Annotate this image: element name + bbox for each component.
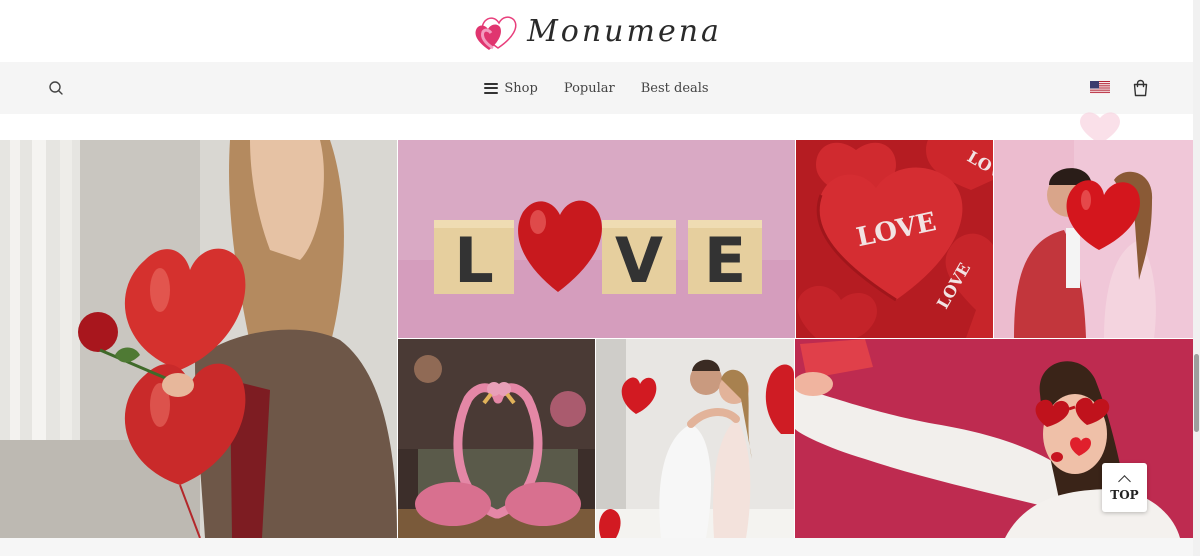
- nav-item-label: Best deals: [640, 80, 709, 96]
- page: Monumena Shop Popular Best deals L V E L…: [0, 0, 1200, 556]
- chevron-up-icon: [1118, 475, 1131, 488]
- back-to-top-button[interactable]: TOP: [1102, 463, 1147, 512]
- woman-balloons-photo: [0, 140, 397, 538]
- nav-item-label: Shop: [504, 80, 538, 96]
- gallery-tile-plush-hearts[interactable]: LOVE LOVE LOVE: [796, 140, 993, 338]
- double-heart-logo-icon: [471, 10, 519, 52]
- nav-item-best-deals[interactable]: Best deals: [641, 81, 709, 96]
- gallery-tile-woman-balloons[interactable]: [0, 140, 397, 538]
- block-letter-v: V: [615, 224, 663, 297]
- back-to-top-label: TOP: [1110, 488, 1139, 502]
- nav-item-label: Popular: [563, 80, 615, 96]
- us-flag-icon[interactable]: [1090, 80, 1110, 94]
- block-letter-e: E: [704, 224, 746, 297]
- couple-balloon-photo: [994, 140, 1193, 338]
- love-blocks-photo: L V E: [398, 140, 795, 338]
- photo-gallery: L V E LOVE LOVE LOVE: [0, 140, 1193, 538]
- brand-name: Monumena: [527, 13, 722, 49]
- page-footer-strip: [0, 538, 1193, 556]
- couple-hugging-photo: [596, 339, 794, 538]
- decorative-heart-icon: [1080, 112, 1120, 142]
- brand-logo[interactable]: Monumena: [471, 10, 722, 52]
- plush-hearts-photo: LOVE LOVE LOVE: [796, 140, 993, 338]
- gallery-tile-couple-hugging[interactable]: [596, 339, 794, 538]
- gallery-tile-couple-balloon[interactable]: [994, 140, 1193, 338]
- main-nav: Shop Popular Best deals: [0, 62, 1193, 114]
- scrollbar-thumb[interactable]: [1194, 354, 1199, 432]
- gallery-tile-love-blocks[interactable]: L V E: [398, 140, 795, 338]
- block-letter-l: L: [454, 224, 494, 297]
- gallery-tile-flamingos[interactable]: [398, 339, 595, 538]
- shopping-bag-icon[interactable]: [1132, 79, 1149, 97]
- nav-item-popular[interactable]: Popular: [564, 81, 615, 96]
- scrollbar-track[interactable]: [1193, 0, 1200, 556]
- menu-icon: [484, 82, 499, 94]
- nav-menu: Shop Popular Best deals: [0, 62, 1193, 114]
- logo-bar: Monumena: [0, 0, 1193, 62]
- nav-item-shop[interactable]: Shop: [484, 80, 538, 96]
- flamingos-photo: [398, 339, 595, 538]
